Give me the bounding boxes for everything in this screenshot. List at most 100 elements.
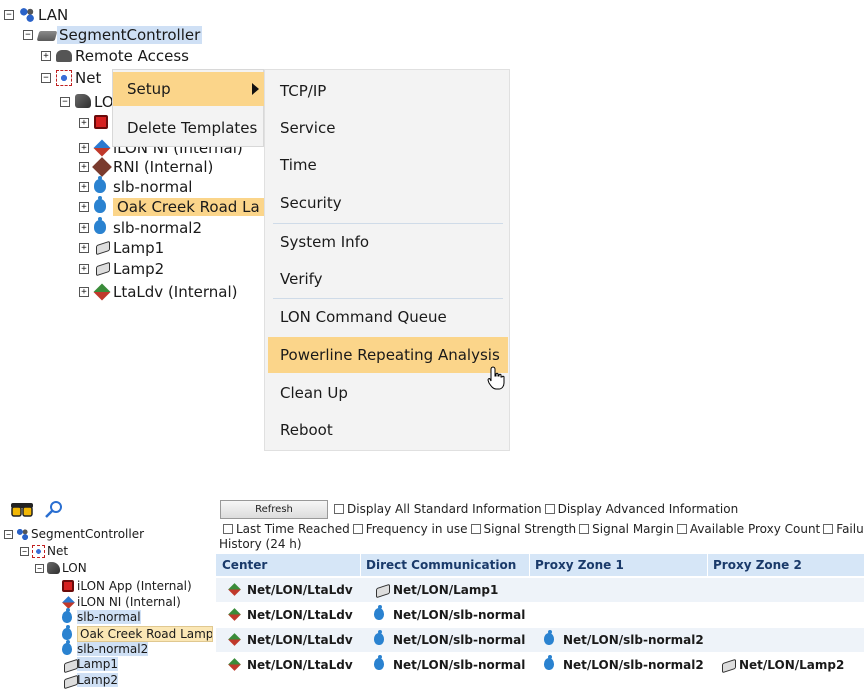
expand-icon[interactable]: +: [41, 51, 51, 61]
history-label: History (24 h): [219, 537, 302, 551]
glasses-icon[interactable]: [10, 501, 34, 519]
table-cell: Net/LON/slb-normal: [374, 628, 525, 652]
tree-node-ltaldv[interactable]: + LtaLdv (Internal): [79, 283, 237, 301]
expand-icon[interactable]: +: [79, 264, 89, 274]
segment-controller-icon: [16, 527, 29, 541]
expand-icon[interactable]: +: [79, 118, 89, 128]
tree-node-rni[interactable]: + RNI (Internal): [79, 157, 213, 177]
submenu-item-clean-up[interactable]: Clean Up: [268, 375, 508, 411]
tree-label: Lamp2: [113, 260, 165, 278]
tree-node-remote-access[interactable]: + Remote Access: [41, 47, 189, 65]
collapse-icon[interactable]: −: [35, 563, 44, 573]
collapse-icon[interactable]: −: [41, 73, 51, 83]
tree-label: LO: [94, 93, 114, 111]
column-header-direct[interactable]: Direct Communication: [360, 554, 529, 576]
signal-strength-checkbox[interactable]: [470, 524, 481, 534]
bottom-tree-node-slb-normal[interactable]: slb-normal: [62, 607, 141, 624]
submenu-item-verify[interactable]: Verify: [268, 261, 508, 297]
menu-item-setup[interactable]: Setup: [113, 72, 265, 106]
display-advanced-checkbox[interactable]: [544, 504, 555, 514]
bottom-tree-node-lon[interactable]: − LON: [35, 561, 87, 575]
display-all-checkbox[interactable]: [334, 504, 344, 514]
column-header-proxy1[interactable]: Proxy Zone 1: [529, 554, 707, 576]
refresh-button[interactable]: Refresh: [220, 500, 328, 519]
drop-icon: [374, 605, 388, 622]
tree-label: slb-normal: [113, 178, 193, 196]
table-cell: Net/LON/LtaLdv: [228, 603, 353, 627]
table-cell: Net/LON/slb-normal: [374, 603, 525, 627]
submenu-item-system-info[interactable]: System Info: [268, 224, 508, 260]
submenu-item-security[interactable]: Security: [268, 185, 508, 221]
lamp-icon: [62, 674, 75, 687]
expand-icon[interactable]: +: [79, 162, 89, 172]
collapse-icon[interactable]: −: [60, 97, 70, 107]
bottom-tree-node-ilon-app[interactable]: iLON App (Internal): [62, 579, 192, 593]
submenu-item-powerline-repeating-analysis[interactable]: Powerline Repeating Analysis: [268, 337, 508, 373]
tree-label: LAN: [38, 6, 69, 24]
failure-checkbox[interactable]: [823, 524, 834, 534]
menu-item-delete-templates[interactable]: Delete Templates: [113, 111, 265, 145]
tree-node-lamp2[interactable]: + Lamp2: [79, 260, 164, 278]
tree-label: slb-normal2: [113, 219, 203, 237]
ltaldv-icon: [93, 283, 111, 301]
submenu-item-reboot[interactable]: Reboot: [268, 412, 508, 448]
submenu-item-lon-command-queue[interactable]: LON Command Queue: [268, 299, 508, 335]
bottom-tree-node-oak-creek[interactable]: Oak Creek Road Lamp 4: [62, 624, 213, 642]
tree-node-slb-normal[interactable]: + slb-normal: [79, 176, 193, 196]
bottom-tree-node-segment-controller[interactable]: − SegmentController: [4, 527, 144, 541]
bottom-tree-node-lamp1[interactable]: Lamp1: [62, 657, 118, 671]
bottom-tree-node-lamp2[interactable]: Lamp2: [62, 673, 118, 687]
submenu-item-service[interactable]: Service: [268, 110, 508, 146]
submenu-item-tcpip[interactable]: TCP/IP: [268, 73, 508, 109]
tree-node-net[interactable]: − Net: [41, 69, 101, 87]
lan-icon: [19, 7, 35, 23]
magnifier-icon[interactable]: [44, 500, 64, 520]
lamp-icon: [94, 240, 110, 256]
tree-label: LtaLdv (Internal): [113, 283, 238, 301]
drop-icon: [94, 176, 110, 195]
bottom-tree-node-net[interactable]: − Net: [20, 544, 68, 558]
expand-icon[interactable]: +: [79, 223, 89, 233]
tree-node-lon[interactable]: − LO: [60, 93, 114, 111]
expand-icon[interactable]: +: [79, 202, 89, 212]
expand-icon[interactable]: +: [79, 182, 89, 192]
diamond-icon: [93, 139, 111, 157]
drop-icon: [544, 630, 558, 647]
collapse-icon[interactable]: −: [23, 30, 33, 40]
table-row[interactable]: Net/LON/LtaLdv Net/LON/slb-normal: [216, 603, 864, 627]
frequency-checkbox[interactable]: [352, 524, 363, 534]
table-row[interactable]: Net/LON/LtaLdv Net/LON/slb-normal Net/LO…: [216, 628, 864, 652]
collapse-icon[interactable]: −: [4, 529, 13, 539]
submenu-item-time[interactable]: Time: [268, 147, 508, 183]
ltaldv-icon: [228, 658, 242, 672]
table-row[interactable]: Net/LON/LtaLdv Net/LON/Lamp1: [216, 578, 864, 602]
collapse-icon[interactable]: −: [4, 10, 14, 20]
column-header-center[interactable]: Center: [216, 554, 360, 576]
tree-node-lan[interactable]: − LAN: [4, 6, 68, 24]
proxy-count-checkbox[interactable]: [676, 524, 687, 534]
last-time-checkbox[interactable]: [223, 524, 233, 534]
drop-icon: [62, 639, 75, 656]
table-row[interactable]: Net/LON/LtaLdv Net/LON/slb-normal Net/LO…: [216, 653, 864, 677]
tree-node-oak-creek[interactable]: + Oak Creek Road La: [79, 196, 264, 216]
lamp-icon: [374, 583, 388, 597]
table-cell: Net/LON/slb-normal: [374, 653, 525, 677]
expand-icon[interactable]: +: [79, 143, 89, 153]
tree-node-slb-normal2[interactable]: + slb-normal2: [79, 217, 203, 237]
metric-options-row: Last Time Reached Frequency in use Signal …: [219, 522, 864, 536]
column-header-proxy2[interactable]: Proxy Zone 2: [707, 554, 864, 576]
tree-node-lamp1[interactable]: + Lamp1: [79, 239, 164, 257]
bottom-tree-node-ilon-ni[interactable]: iLON NI (Internal): [62, 595, 181, 609]
tree-node-ilon-app[interactable]: +: [79, 115, 113, 131]
bottom-tree-node-slb-normal2[interactable]: slb-normal2: [62, 639, 149, 656]
signal-margin-checkbox[interactable]: [579, 524, 590, 534]
drop-icon: [62, 624, 75, 641]
table-cell: Net/LON/Lamp1: [374, 578, 498, 602]
expand-icon[interactable]: +: [79, 287, 89, 297]
drop-icon: [374, 630, 388, 647]
expand-icon[interactable]: +: [79, 243, 89, 253]
drop-icon: [94, 196, 110, 215]
tree-node-segment-controller[interactable]: − SegmentController: [23, 26, 203, 44]
ltaldv-icon: [228, 608, 242, 622]
collapse-icon[interactable]: −: [20, 546, 29, 556]
